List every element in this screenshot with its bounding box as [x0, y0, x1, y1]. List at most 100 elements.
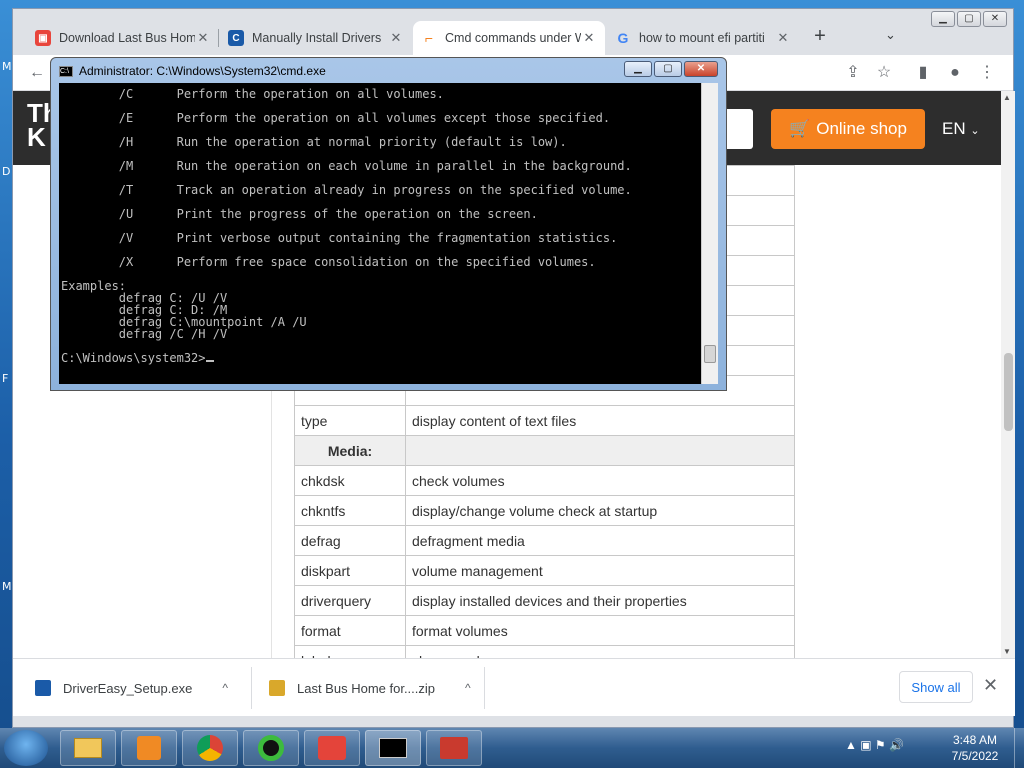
- clock[interactable]: 3:48 AM 7/5/2022: [940, 732, 1010, 764]
- close-icon[interactable]: ✕: [775, 30, 791, 46]
- table-row: defrag defragment media: [294, 525, 795, 556]
- description-cell: [405, 435, 795, 466]
- online-shop-button[interactable]: 🛒 Online shop: [771, 109, 925, 149]
- start-button[interactable]: [4, 730, 48, 766]
- table-row: driverquery display installed devices and…: [294, 585, 795, 616]
- page-icon: ⌐: [424, 30, 434, 46]
- chevron-up-icon[interactable]: ^: [222, 681, 228, 695]
- command-cell: defrag: [294, 525, 406, 556]
- chevron-up-icon[interactable]: ^: [465, 681, 471, 695]
- description-cell: format volumes: [405, 615, 795, 646]
- cmd-window[interactable]: C:\ Administrator: C:\Windows\System32\c…: [50, 57, 727, 391]
- system-tray[interactable]: ▲ ▣ ⚑ 🔊: [845, 738, 904, 752]
- tab-title: Manually Install Drivers: [252, 31, 382, 45]
- clock-time: 3:48 AM: [952, 733, 998, 747]
- chrome-icon[interactable]: [182, 730, 238, 766]
- desktop-icon-label: F: [2, 372, 9, 385]
- console-cursor: [205, 360, 214, 362]
- scroll-up-icon[interactable]: ▲: [1003, 93, 1011, 102]
- game-app-icon[interactable]: [304, 730, 360, 766]
- command-cell: chkdsk: [294, 465, 406, 496]
- table-row: diskpart volume management: [294, 555, 795, 586]
- cmd-taskbar-icon[interactable]: [365, 730, 421, 766]
- description-cell: display content of text files: [405, 405, 795, 436]
- table-row: chkntfs display/change volume check at st…: [294, 495, 795, 526]
- desktop-icon-label: M: [2, 60, 12, 73]
- download-item[interactable]: DriverEasy_Setup.exe ^: [35, 659, 228, 717]
- command-cell: type: [294, 405, 406, 436]
- show-desktop-button[interactable]: [1014, 728, 1024, 768]
- scroll-thumb[interactable]: [704, 345, 716, 363]
- desktop-icon-label: M: [2, 580, 12, 593]
- maximize-button[interactable]: ▢: [654, 61, 682, 77]
- window-controls: ▁ ▢ ✕: [931, 11, 1007, 27]
- tab-last-bus-home[interactable]: ▣ Download Last Bus Hom ✕: [27, 21, 219, 55]
- cmd-titlebar[interactable]: C:\ Administrator: C:\Windows\System32\c…: [59, 62, 326, 80]
- download-item[interactable]: Last Bus Home for....zip ^: [269, 659, 471, 717]
- table-row: labelchange volume name: [294, 645, 795, 658]
- scroll-down-icon[interactable]: ▼: [1003, 647, 1011, 656]
- console-line: /H Run the operation at normal priority …: [61, 135, 567, 149]
- download-separator: [251, 667, 252, 709]
- media-player-icon[interactable]: [121, 730, 177, 766]
- description-cell: defragment media: [405, 525, 795, 556]
- cart-icon: 🛒: [789, 119, 811, 138]
- close-window-button[interactable]: ✕: [983, 11, 1007, 27]
- table-section-row: Media:: [294, 435, 795, 466]
- close-icon[interactable]: ✕: [388, 30, 404, 46]
- minimize-button[interactable]: ▁: [624, 61, 652, 77]
- file-explorer-icon[interactable]: [60, 730, 116, 766]
- google-icon: G: [617, 30, 629, 46]
- online-shop-label: Online shop: [816, 119, 907, 138]
- tab-title: Download Last Bus Hom: [59, 31, 195, 45]
- cmd-title-text: Administrator: C:\Windows\System32\cmd.e…: [79, 64, 326, 78]
- console-line: /C Perform the operation on all volumes.: [61, 87, 444, 101]
- description-cell: volume management: [405, 555, 795, 586]
- new-tab-button[interactable]: +: [808, 25, 832, 48]
- share-icon[interactable]: ⇪: [841, 61, 865, 85]
- show-all-button[interactable]: Show all: [899, 671, 973, 703]
- close-icon[interactable]: ✕: [983, 675, 998, 696]
- cmd-console-output[interactable]: /C Perform the operation on all volumes.…: [59, 83, 701, 384]
- command-cell: chkntfs: [294, 495, 406, 526]
- cmd-icon: C:\: [59, 65, 73, 77]
- command-cell: format: [294, 615, 406, 646]
- download-filename: Last Bus Home for....zip: [297, 680, 436, 696]
- drivereasy-icon: C: [228, 30, 244, 46]
- green-app-icon[interactable]: [243, 730, 299, 766]
- close-icon[interactable]: ✕: [195, 30, 211, 46]
- tab-mount-efi[interactable]: G how to mount efi partiti ✕: [607, 21, 799, 55]
- language-selector[interactable]: EN ⌄: [942, 119, 980, 139]
- menu-kebab-icon[interactable]: ⋮: [975, 61, 999, 85]
- download-bar: DriverEasy_Setup.exe ^ Last Bus Home for…: [13, 658, 1015, 716]
- tab-separator: [218, 29, 219, 47]
- page-scrollbar[interactable]: ▲ ▼: [1001, 91, 1015, 658]
- download-separator: [484, 667, 485, 709]
- profile-avatar-icon[interactable]: ●: [943, 61, 967, 85]
- description-cell: change volume name: [405, 645, 795, 658]
- chevron-down-icon: ⌄: [970, 125, 980, 137]
- bookmark-star-icon[interactable]: ☆: [872, 61, 896, 85]
- taskbar: ▲ ▣ ⚑ 🔊 3:48 AM 7/5/2022: [0, 728, 1024, 768]
- tab-search-button[interactable]: ⌄: [885, 27, 896, 43]
- side-panel-icon[interactable]: ▮: [911, 61, 935, 85]
- description-cell: display/change volume check at startup: [405, 495, 795, 526]
- table-row: type display content of text files: [294, 405, 795, 436]
- maximize-button[interactable]: ▢: [957, 11, 981, 27]
- command-cell: Media:: [294, 435, 406, 466]
- console-line: /T Track an operation already in progres…: [61, 183, 632, 197]
- tab-strip: ▣ Download Last Bus Hom ✕ C Manually Ins…: [13, 9, 1013, 55]
- back-arrow-icon[interactable]: ←: [25, 61, 49, 85]
- minimize-button[interactable]: ▁: [931, 11, 955, 27]
- command-cell: diskpart: [294, 555, 406, 586]
- console-line: defrag /C /H /V: [61, 327, 228, 341]
- toolbox-icon[interactable]: [426, 730, 482, 766]
- zip-file-icon: [269, 680, 285, 696]
- cmd-scrollbar[interactable]: [701, 83, 718, 384]
- scroll-thumb[interactable]: [1004, 353, 1013, 431]
- close-window-button[interactable]: ✕: [684, 61, 718, 77]
- tab-install-drivers[interactable]: C Manually Install Drivers ✕: [220, 21, 412, 55]
- tab-cmd-commands[interactable]: ⌐ Cmd commands under W ✕: [413, 21, 605, 55]
- close-icon[interactable]: ✕: [581, 30, 597, 46]
- exe-file-icon: [35, 680, 51, 696]
